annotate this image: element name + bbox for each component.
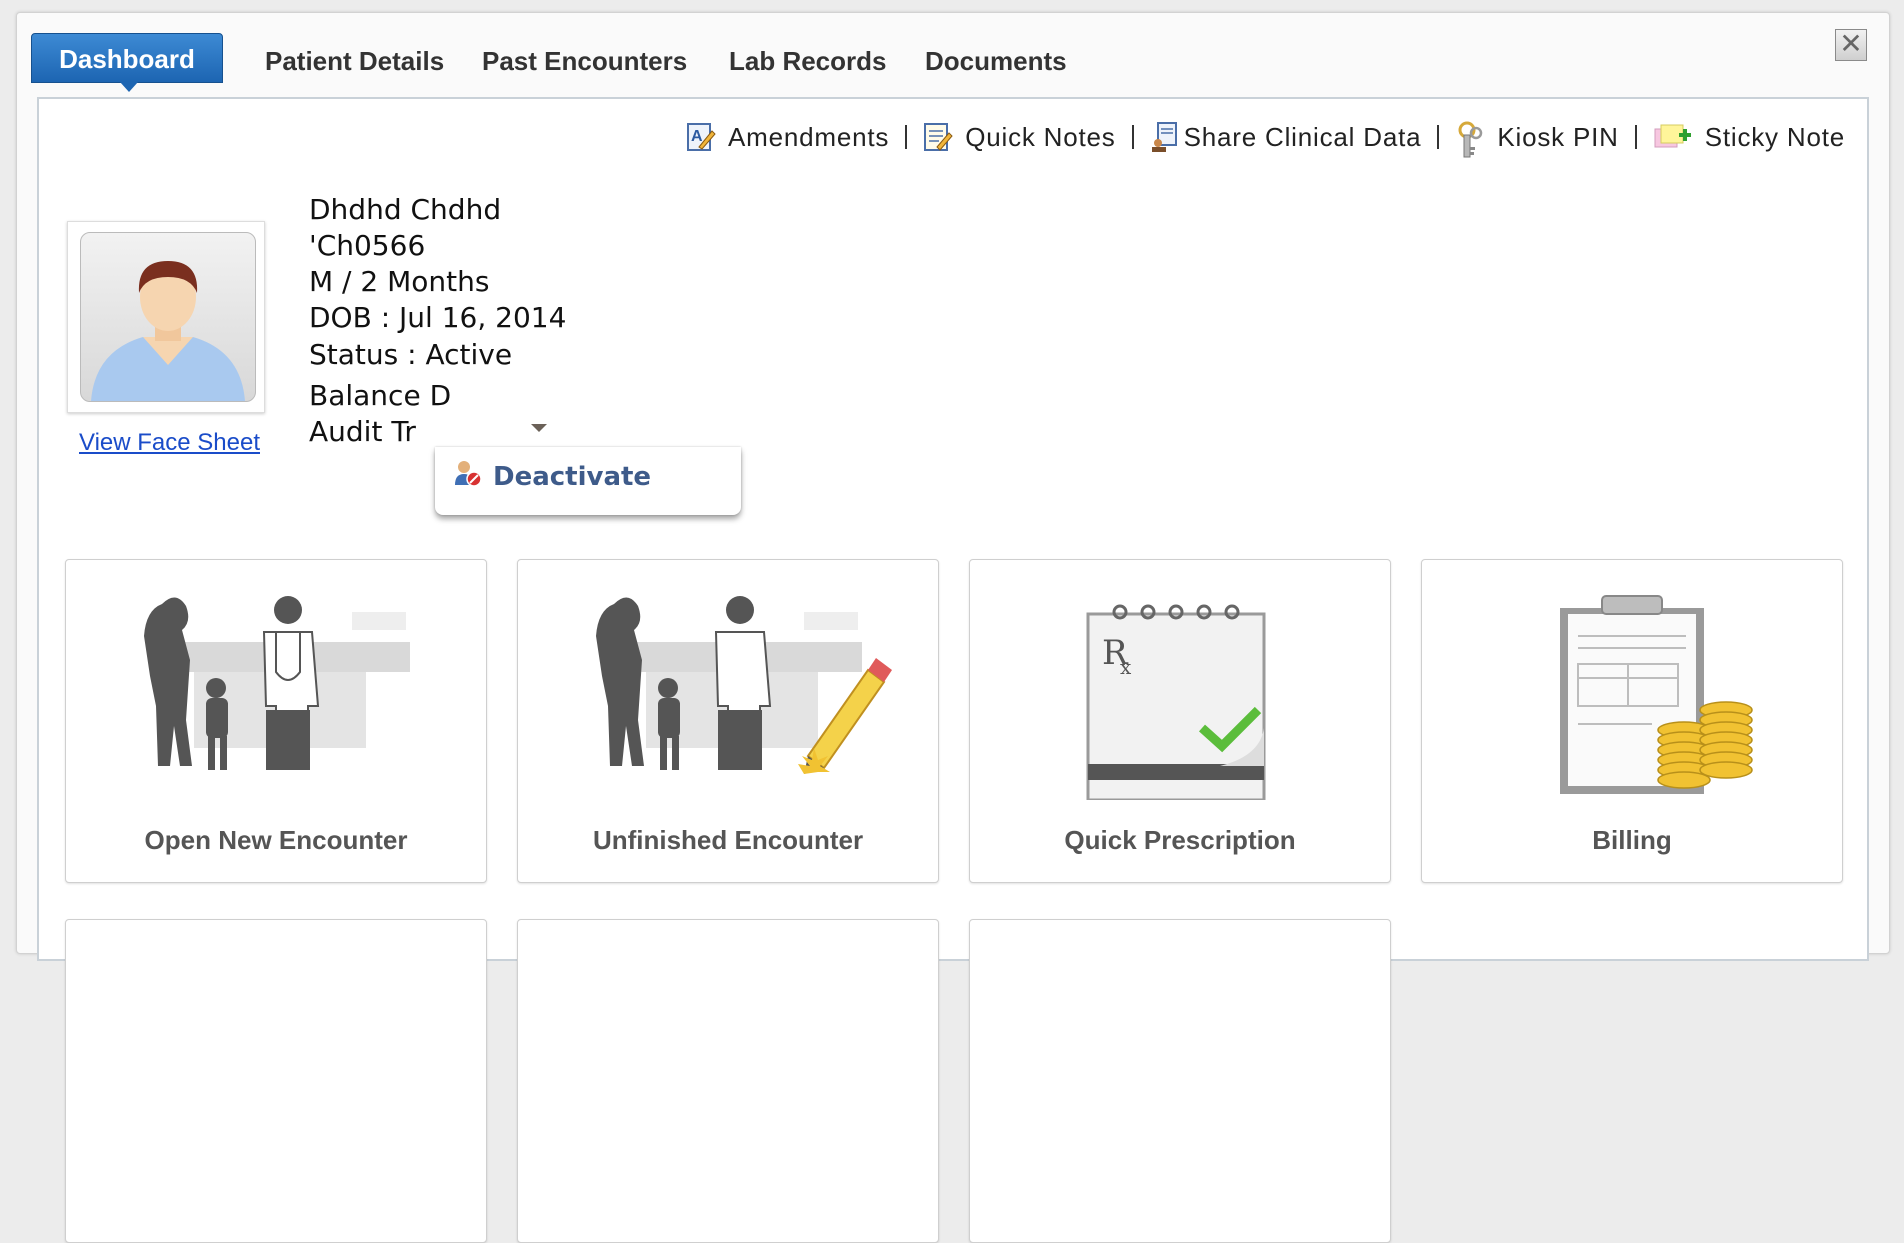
person-icon	[91, 261, 245, 401]
patient-status: Status : Active	[309, 338, 513, 371]
patient-sex-age: M / 2 Months	[309, 265, 490, 298]
billing-clipboard-icon	[1560, 595, 1753, 794]
dashboard-window: Dashboard Patient Details Past Encounter…	[16, 12, 1890, 1243]
quick-notes-button[interactable]: Quick Notes	[923, 121, 1115, 153]
card-label: Unfinished Encounter	[592, 825, 864, 855]
unfinished-encounter-icon	[596, 596, 892, 774]
sticky-note-icon	[1653, 121, 1693, 153]
keys-icon	[1455, 121, 1485, 158]
card-label: Open New Encounter	[144, 825, 408, 855]
close-icon: ✕	[1839, 27, 1863, 60]
view-face-sheet-link[interactable]: View Face Sheet	[79, 429, 260, 457]
dashboard-panel: A Amendments Quick Notes Share Clinical …	[37, 97, 1869, 1243]
svg-text:x: x	[1120, 655, 1132, 679]
billing-card[interactable]: Billing	[1421, 559, 1843, 883]
deactivate-label: Deactivate	[493, 461, 652, 492]
amendments-icon: A	[686, 121, 716, 153]
dashboard-card[interactable]	[517, 919, 939, 1243]
toolbar-separator	[1634, 125, 1637, 149]
amendments-label: Amendments	[728, 121, 890, 152]
tab-documents[interactable]: Documents	[925, 39, 1067, 83]
patient-balance: Balance D	[309, 379, 452, 412]
quick-prescription-card[interactable]: R x Quick Prescription	[969, 559, 1391, 883]
amendments-button[interactable]: A Amendments	[686, 121, 889, 153]
tab-past-encounters[interactable]: Past Encounters	[482, 39, 687, 83]
tab-dashboard[interactable]: Dashboard	[31, 33, 223, 92]
tab-patient-details[interactable]: Patient Details	[265, 39, 444, 83]
status-dropdown-menu: Deactivate	[435, 447, 741, 515]
tab-bar: Dashboard Patient Details Past Encounter…	[17, 13, 1889, 92]
svg-text:A: A	[691, 128, 703, 145]
status-dropdown-caret-icon[interactable]	[531, 424, 547, 432]
patient-avatar	[80, 232, 256, 402]
notepad-icon	[923, 121, 953, 153]
sticky-note-label: Sticky Note	[1704, 121, 1845, 152]
dashboard-card[interactable]	[969, 919, 1391, 1243]
tab-lab-records[interactable]: Lab Records	[729, 39, 887, 83]
patient-photo-frame	[67, 221, 265, 413]
kiosk-pin-button[interactable]: Kiosk PIN	[1455, 121, 1619, 158]
patient-audit-trail: Audit Tr	[309, 415, 416, 448]
encounter-icon	[144, 596, 410, 770]
quick-notes-label: Quick Notes	[965, 121, 1116, 152]
share-document-icon	[1150, 121, 1180, 153]
toolbar-separator	[1131, 125, 1134, 149]
share-clinical-data-button[interactable]: Share Clinical Data	[1150, 121, 1422, 153]
open-new-encounter-card[interactable]: Open New Encounter	[65, 559, 487, 883]
dashboard-card[interactable]	[65, 919, 487, 1243]
toolbar-separator	[1437, 125, 1440, 149]
close-button[interactable]: ✕	[1835, 29, 1867, 61]
card-label: Billing	[1592, 825, 1672, 855]
toolbar-separator	[905, 125, 908, 149]
deactivate-user-icon	[453, 459, 483, 494]
prescription-icon: R x	[1086, 604, 1266, 800]
deactivate-menu-item[interactable]: Deactivate	[453, 459, 651, 494]
share-clinical-data-label: Share Clinical Data	[1183, 121, 1422, 152]
patient-name: Dhdhd Chdhd	[309, 193, 502, 226]
card-label: Quick Prescription	[1064, 825, 1296, 855]
kiosk-pin-label: Kiosk PIN	[1497, 121, 1619, 152]
action-toolbar: A Amendments Quick Notes Share Clinical …	[686, 121, 1845, 158]
patient-dob: DOB : Jul 16, 2014	[309, 301, 567, 334]
unfinished-encounter-card[interactable]: Unfinished Encounter	[517, 559, 939, 883]
sticky-note-button[interactable]: Sticky Note	[1653, 121, 1845, 153]
patient-id: 'Ch0566	[309, 229, 426, 262]
